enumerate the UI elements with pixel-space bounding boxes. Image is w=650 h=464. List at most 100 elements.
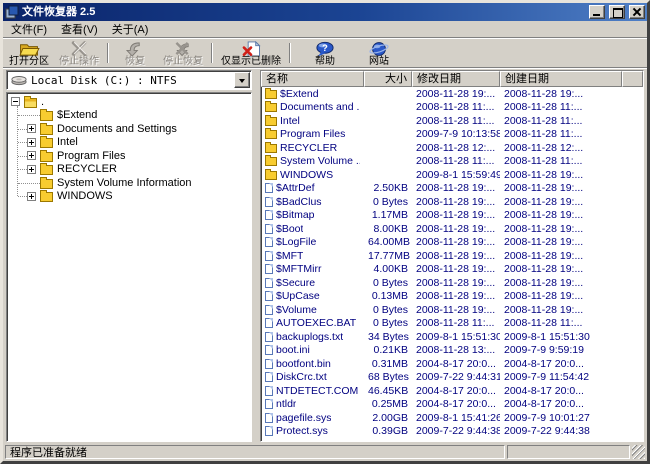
- file-row[interactable]: $Volume0 Bytes2008-11-28 19:...2008-11-2…: [261, 303, 643, 317]
- created-cell: 2008-11-28 19:...: [500, 88, 622, 100]
- column-header-size[interactable]: 大小: [364, 71, 412, 87]
- file-icon: [265, 291, 273, 301]
- folder-row[interactable]: RECYCLER2008-11-28 12:...2008-11-28 12:.…: [261, 141, 643, 155]
- tree-item[interactable]: RECYCLER: [7, 163, 251, 177]
- toolbar-stop-recover-button[interactable]: 停止恢复: [158, 40, 208, 66]
- column-header-created[interactable]: 创建日期: [500, 71, 622, 87]
- toolbar-help-button[interactable]: ?帮助: [302, 40, 348, 66]
- tree-item[interactable]: Program Files: [7, 149, 251, 163]
- file-row[interactable]: NTDETECT.COM46.45KB2004-8-17 20:0...2004…: [261, 384, 643, 398]
- menu-bar: 文件(F)查看(V)关于(A): [3, 21, 647, 38]
- pane-splitter[interactable]: [252, 70, 260, 442]
- toolbar-stop-operation-label: 停止操作: [59, 57, 99, 67]
- folder-row[interactable]: $Extend 2008-11-28 19:...2008-11-28 19:..…: [261, 87, 643, 101]
- size-cell: 0.13MB: [364, 290, 412, 302]
- file-row[interactable]: ntldr0.25MB2004-8-17 20:0...2004-8-17 20…: [261, 398, 643, 412]
- expand-plus-icon[interactable]: [27, 138, 36, 147]
- name-cell: $MFTMirr: [261, 263, 364, 275]
- file-row[interactable]: $AttrDef2.50KB2008-11-28 19:...2008-11-2…: [261, 182, 643, 196]
- folder-row[interactable]: System Volume ...2008-11-28 11:...2008-1…: [261, 155, 643, 169]
- close-button[interactable]: [629, 5, 645, 19]
- size-cell: 68 Bytes: [364, 371, 412, 383]
- name-cell: AUTOEXEC.BAT: [261, 317, 364, 329]
- tree-item[interactable]: WINDOWS: [7, 190, 251, 204]
- file-row[interactable]: backuplogs.txt34 Bytes2009-8-1 15:51:302…: [261, 330, 643, 344]
- resize-grip[interactable]: [632, 445, 645, 459]
- file-row[interactable]: AUTOEXEC.BAT0 Bytes2008-11-28 11:...2008…: [261, 317, 643, 331]
- created-cell: 2008-11-28 12:...: [500, 142, 622, 154]
- folder-row[interactable]: Program Files2009-7-9 10:13:582008-11-28…: [261, 128, 643, 142]
- file-name: $Volume: [276, 304, 317, 316]
- folder-row[interactable]: Intel2008-11-28 11:...2008-11-28 11:...: [261, 114, 643, 128]
- column-header-name[interactable]: 名称: [261, 71, 364, 87]
- folder-row[interactable]: WINDOWS2009-8-1 15:59:492008-11-28 19:..…: [261, 168, 643, 182]
- expand-plus-icon[interactable]: [27, 124, 36, 133]
- file-name: $Boot: [276, 223, 303, 235]
- file-icon: [265, 372, 273, 382]
- file-name: Protect.sys: [276, 425, 328, 437]
- folder-icon: [265, 117, 277, 126]
- file-row[interactable]: $Boot8.00KB2008-11-28 19:...2008-11-28 1…: [261, 222, 643, 236]
- tree-item[interactable]: Documents and Settings: [7, 122, 251, 136]
- name-cell: DiskCrc.txt: [261, 371, 364, 383]
- dropdown-arrow-icon[interactable]: [234, 72, 250, 88]
- tree-item[interactable]: $Extend: [7, 109, 251, 123]
- expand-plus-icon[interactable]: [27, 151, 36, 160]
- left-pane: Local Disk (C:) : NTFS .$ExtendDocuments…: [6, 70, 252, 442]
- size-cell: 46.45KB: [364, 385, 412, 397]
- menu-item-about[interactable]: 关于(A): [105, 20, 156, 38]
- size-cell: 8.00KB: [364, 223, 412, 235]
- tree-item[interactable]: .: [7, 95, 251, 109]
- toolbar-recover-button[interactable]: 恢复: [112, 40, 158, 66]
- file-row[interactable]: bootfont.bin0.31MB2004-8-17 20:0...2004-…: [261, 357, 643, 371]
- toolbar-help-label: 帮助: [315, 57, 335, 67]
- modified-cell: 2008-11-28 19:...: [412, 88, 500, 100]
- tree-item[interactable]: Intel: [7, 136, 251, 150]
- file-name: $UpCase: [276, 290, 320, 302]
- minimize-button[interactable]: [589, 5, 605, 19]
- toolbar-stop-operation-button[interactable]: 停止操作: [54, 40, 104, 66]
- drive-selector[interactable]: Local Disk (C:) : NTFS: [6, 70, 252, 90]
- file-row[interactable]: $Bitmap1.17MB2008-11-28 19:...2008-11-28…: [261, 209, 643, 223]
- name-cell: RECYCLER: [261, 142, 364, 154]
- modified-cell: 2008-11-28 19:...: [412, 182, 500, 194]
- column-header-modified[interactable]: 修改日期: [412, 71, 500, 87]
- file-icon: [265, 359, 273, 369]
- modified-cell: 2008-11-28 19:...: [412, 263, 500, 275]
- toolbar-open-partition-button[interactable]: 打开分区: [4, 40, 54, 66]
- file-row[interactable]: $UpCase0.13MB2008-11-28 19:...2008-11-28…: [261, 290, 643, 304]
- name-cell: $Boot: [261, 223, 364, 235]
- file-row[interactable]: $LogFile64.00MB2008-11-28 19:...2008-11-…: [261, 236, 643, 250]
- menu-item-file[interactable]: 文件(F): [4, 20, 54, 38]
- file-name: AUTOEXEC.BAT: [276, 317, 356, 329]
- size-cell: 17.77MB: [364, 250, 412, 262]
- name-cell: Intel: [261, 115, 364, 127]
- name-cell: $Extend: [261, 88, 364, 100]
- expand-plus-icon[interactable]: [27, 192, 36, 201]
- file-icon: [265, 426, 273, 436]
- folder-icon: [265, 171, 277, 180]
- file-row[interactable]: $Secure0 Bytes2008-11-28 19:...2008-11-2…: [261, 276, 643, 290]
- name-cell: boot.ini: [261, 344, 364, 356]
- toolbar-website-button[interactable]: 网站: [356, 40, 402, 66]
- file-row[interactable]: Protect.sys0.39GB2009-7-22 9:44:382009-7…: [261, 425, 643, 439]
- folder-row[interactable]: Documents and ...2008-11-28 11:...2008-1…: [261, 101, 643, 115]
- expand-plus-icon[interactable]: [27, 165, 36, 174]
- file-row[interactable]: $MFTMirr4.00KB2008-11-28 19:...2008-11-2…: [261, 263, 643, 277]
- maximize-button[interactable]: [609, 5, 625, 19]
- status-bar: 程序已准备就绪: [3, 443, 647, 461]
- created-cell: 2008-11-28 19:...: [500, 277, 622, 289]
- file-row[interactable]: pagefile.sys2.00GB2009-8-1 15:41:262009-…: [261, 411, 643, 425]
- column-header-blank[interactable]: [622, 71, 643, 87]
- file-row[interactable]: DiskCrc.txt68 Bytes2009-7-22 9:44:312009…: [261, 371, 643, 385]
- menu-item-view[interactable]: 查看(V): [54, 20, 105, 38]
- file-row[interactable]: $BadClus0 Bytes2008-11-28 19:...2008-11-…: [261, 195, 643, 209]
- file-row[interactable]: boot.ini0.21KB2008-11-28 13:...2009-7-9 …: [261, 344, 643, 358]
- file-name: $Bitmap: [276, 209, 315, 221]
- size-cell: 0.31MB: [364, 358, 412, 370]
- file-row[interactable]: $MFT17.77MB2008-11-28 19:...2008-11-28 1…: [261, 249, 643, 263]
- created-cell: 2008-11-28 19:...: [500, 290, 622, 302]
- tree-item[interactable]: System Volume Information: [7, 176, 251, 190]
- collapse-minus-icon[interactable]: [11, 97, 20, 106]
- toolbar-show-deleted-only-button[interactable]: 仅显示已删除: [216, 40, 286, 66]
